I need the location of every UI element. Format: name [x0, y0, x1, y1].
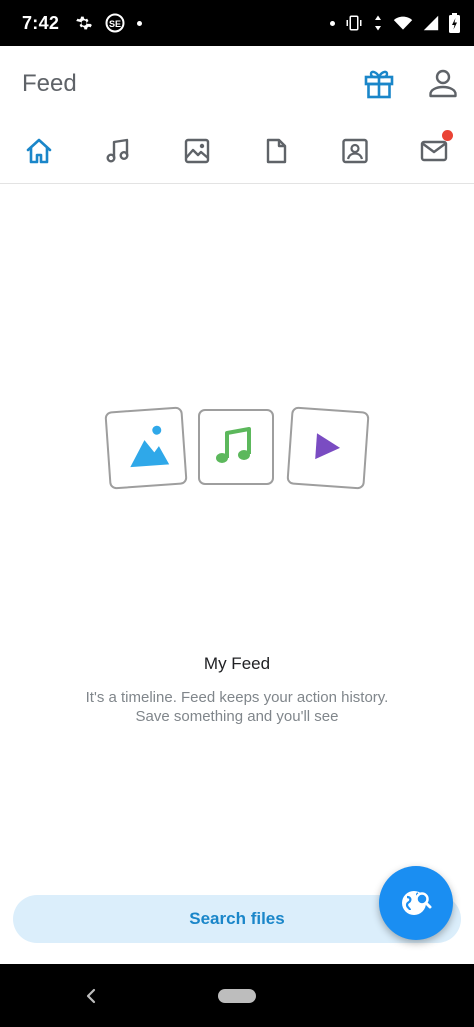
tab-mail[interactable]: [419, 130, 453, 166]
image-icon: [184, 138, 210, 164]
contact-card-icon: [342, 138, 368, 164]
feed-illustration: [104, 406, 370, 490]
tab-music[interactable]: [103, 136, 133, 166]
battery-icon: [449, 13, 460, 33]
vibrate-icon: [346, 15, 362, 31]
music-card: [198, 409, 274, 485]
status-bar: 7:42 SE: [0, 0, 474, 46]
page-title: Feed: [22, 70, 77, 97]
empty-state-title: My Feed: [203, 654, 271, 673]
status-time: 7:42: [22, 12, 60, 33]
status-left-icons: SE: [75, 13, 143, 33]
profile-button[interactable]: [426, 66, 460, 100]
settings-icon: [76, 16, 93, 30]
data-arrows-icon: [375, 15, 381, 31]
document-icon: [266, 138, 287, 164]
system-navigation-bar: [0, 964, 474, 1027]
search-files-label: Search files: [189, 909, 285, 928]
notification-dot-right: [330, 20, 335, 26]
back-icon[interactable]: [82, 986, 102, 1006]
se-app-icon: SE: [105, 13, 125, 33]
mail-badge: [442, 130, 453, 141]
globe-search-icon: [402, 891, 432, 915]
signal-icon: [423, 15, 439, 31]
home-pill-button[interactable]: [218, 989, 256, 1003]
video-card: [286, 406, 370, 490]
gift-button[interactable]: [362, 66, 396, 100]
tab-images[interactable]: [182, 136, 212, 166]
tab-documents[interactable]: [261, 136, 291, 166]
app-bar: Feed: [0, 46, 474, 120]
wifi-icon: [393, 16, 413, 30]
notification-dot: [137, 20, 143, 26]
browser-fab[interactable]: [379, 866, 453, 940]
music-note-icon: [106, 138, 129, 163]
home-icon: [26, 138, 52, 164]
empty-state-line-2: Save something and you'll see: [135, 708, 339, 725]
empty-state-line-1: It's a timeline. Feed keeps your action …: [85, 689, 389, 706]
person-icon: [429, 69, 457, 98]
gift-icon: [364, 70, 394, 99]
empty-state-description: It's a timeline. Feed keeps your action …: [0, 688, 474, 726]
image-card: [104, 406, 188, 490]
tab-bar: [0, 120, 474, 184]
status-right-icons: [330, 13, 460, 33]
tab-contacts[interactable]: [340, 136, 370, 166]
svg-text:SE: SE: [109, 19, 121, 29]
tab-home[interactable]: [24, 136, 54, 166]
